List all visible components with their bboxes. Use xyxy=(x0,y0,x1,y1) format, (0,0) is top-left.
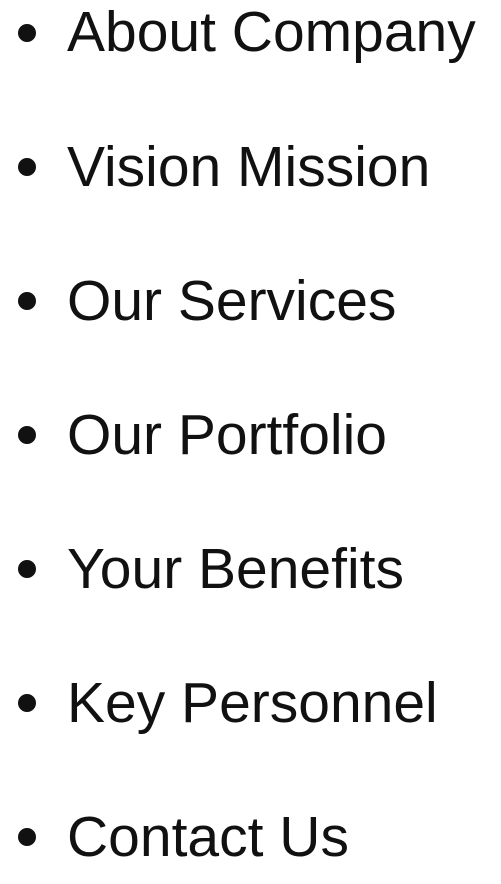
nav-item-label: Your Benefits xyxy=(67,537,404,601)
nav-item-label: Our Portfolio xyxy=(67,403,387,467)
bullet-icon xyxy=(18,828,36,846)
nav-item-our-services[interactable]: Our Services xyxy=(0,268,501,348)
bullet-icon xyxy=(18,694,36,712)
bullet-icon xyxy=(18,292,36,310)
nav-item-about-company[interactable]: About Company xyxy=(0,0,501,80)
nav-item-our-portfolio[interactable]: Our Portfolio xyxy=(0,402,501,482)
bullet-icon xyxy=(18,158,36,176)
bullet-icon xyxy=(18,426,36,444)
nav-item-vision-mission[interactable]: Vision Mission xyxy=(0,134,501,214)
nav-item-key-personnel[interactable]: Key Personnel xyxy=(0,670,501,750)
nav-item-label: Contact Us xyxy=(67,805,349,869)
nav-item-label: About Company xyxy=(67,0,476,64)
nav-item-label: Key Personnel xyxy=(67,671,438,735)
nav-item-label: Vision Mission xyxy=(67,135,431,199)
bullet-icon xyxy=(18,560,36,578)
nav-item-label: Our Services xyxy=(67,269,397,333)
bullet-icon xyxy=(18,24,36,42)
nav-item-your-benefits[interactable]: Your Benefits xyxy=(0,536,501,616)
nav-item-contact-us[interactable]: Contact Us xyxy=(0,804,501,884)
